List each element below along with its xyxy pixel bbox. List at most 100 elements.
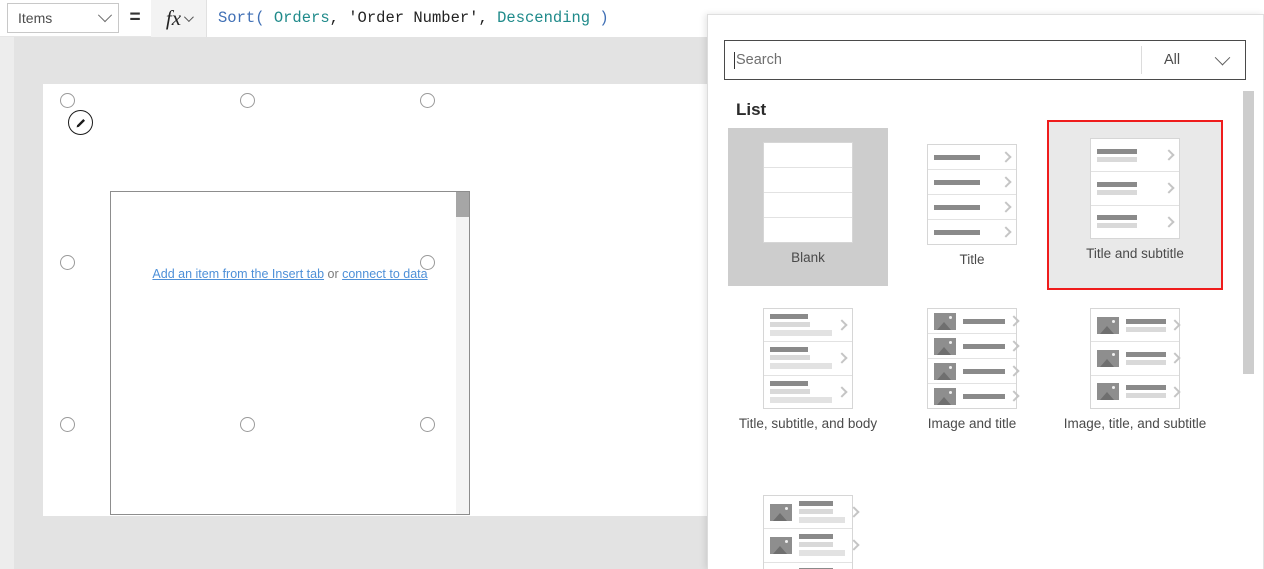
preview-title-bar xyxy=(963,318,1005,324)
preview-text-lines xyxy=(770,314,833,337)
search-input[interactable]: Search xyxy=(725,41,1141,79)
chevron-right-icon xyxy=(1163,182,1175,195)
gallery-scrollbar-track[interactable] xyxy=(456,192,469,514)
layout-preview-title xyxy=(927,144,1017,245)
preview-text-lines xyxy=(934,179,997,185)
chevron-right-icon xyxy=(836,386,848,398)
filter-dropdown[interactable]: All xyxy=(1142,41,1245,79)
preview-text-lines xyxy=(770,347,833,370)
handle-top-right[interactable] xyxy=(420,93,435,108)
preview-body-bar xyxy=(770,396,832,403)
layout-option-title-and-subtitle[interactable]: Title and subtitle xyxy=(1047,120,1223,290)
preview-row xyxy=(764,193,852,218)
preview-text-lines xyxy=(963,343,1005,349)
preview-text-lines xyxy=(1097,215,1160,229)
image-placeholder-icon xyxy=(770,503,792,521)
fx-button[interactable]: fx xyxy=(151,0,207,37)
preview-row xyxy=(764,375,852,408)
preview-row xyxy=(1091,205,1179,238)
equals-sign: = xyxy=(129,7,141,28)
preview-title-bar xyxy=(1126,318,1166,324)
selected-gallery-control[interactable]: Add an item from the Insert tab or conne… xyxy=(110,191,470,515)
handle-top-left[interactable] xyxy=(60,93,75,108)
preview-title-bar xyxy=(934,229,980,235)
image-placeholder-icon xyxy=(1097,349,1119,367)
preview-text-lines xyxy=(799,534,845,557)
layout-option-image-title-and-subtitle[interactable]: Image, title, and subtitle xyxy=(1055,300,1215,460)
chevron-right-icon xyxy=(1000,201,1012,213)
property-selector-dropdown[interactable]: Items xyxy=(7,3,119,33)
image-placeholder-icon xyxy=(1097,383,1119,401)
handle-bottom-left[interactable] xyxy=(60,417,75,432)
image-placeholder-icon xyxy=(934,362,956,380)
preview-text-lines xyxy=(934,154,997,160)
insert-tab-link[interactable]: Add an item from the Insert tab xyxy=(152,267,324,281)
layout-option-label: Title xyxy=(959,252,985,267)
handle-middle-left[interactable] xyxy=(60,255,75,270)
preview-subtitle-bar xyxy=(770,388,810,394)
chevron-right-icon xyxy=(836,319,848,331)
formula-token: Descending xyxy=(497,9,591,27)
preview-subtitle-bar xyxy=(1126,326,1166,332)
preview-text-lines xyxy=(799,501,845,524)
canvas-workspace: Add an item from the Insert tab or conne… xyxy=(0,37,707,569)
preview-text-lines xyxy=(770,380,833,403)
preview-text-lines xyxy=(1126,385,1166,399)
pencil-icon[interactable] xyxy=(68,110,93,135)
property-selector-value: Items xyxy=(18,10,53,26)
layout-option-label: Title, subtitle, and body xyxy=(738,416,878,431)
layout-option-blank[interactable]: Blank xyxy=(728,128,888,286)
panel-scrollbar-thumb[interactable] xyxy=(1243,91,1254,374)
fx-icon: fx xyxy=(165,5,182,30)
layout-option-image-and-title[interactable]: Image and title xyxy=(892,300,1052,460)
formula-token: Sort( xyxy=(218,9,265,27)
connect-to-data-link[interactable]: connect to data xyxy=(342,267,427,281)
image-placeholder-icon xyxy=(770,536,792,554)
preview-subtitle-bar xyxy=(770,355,810,361)
preview-title-bar xyxy=(799,534,833,540)
formula-token xyxy=(265,9,274,27)
preview-row xyxy=(764,496,860,530)
preview-row xyxy=(764,562,852,569)
preview-subtitle-bar xyxy=(770,322,810,328)
preview-row xyxy=(764,309,852,343)
preview-row xyxy=(764,143,852,168)
layout-preview-image-and-title xyxy=(927,308,1020,409)
layout-option-label: Image, title, and subtitle xyxy=(1063,416,1207,431)
preview-subtitle-bar xyxy=(799,542,833,548)
image-placeholder-icon xyxy=(1097,316,1119,334)
preview-title-bar xyxy=(963,343,1005,349)
chevron-right-icon xyxy=(1000,176,1012,188)
preview-row xyxy=(1091,172,1179,206)
gallery-scrollbar-thumb[interactable] xyxy=(456,192,469,217)
handle-top-center[interactable] xyxy=(240,93,255,108)
preview-body-bar xyxy=(799,517,845,524)
layout-option-image-title-subtitle-and-body[interactable] xyxy=(728,495,888,569)
layout-preview-title-and-subtitle xyxy=(1090,138,1180,239)
image-placeholder-icon xyxy=(934,337,956,355)
preview-title-bar xyxy=(963,393,1005,399)
preview-title-bar xyxy=(770,347,808,353)
handle-middle-right[interactable] xyxy=(420,255,435,270)
canvas-page[interactable]: Add an item from the Insert tab or conne… xyxy=(43,84,707,516)
handle-bottom-right[interactable] xyxy=(420,417,435,432)
preview-subtitle-bar xyxy=(1097,189,1137,195)
chevron-right-icon xyxy=(836,352,848,365)
preview-row xyxy=(928,359,1020,384)
image-placeholder-icon xyxy=(934,312,956,330)
formula-token: Orders xyxy=(273,9,330,27)
layout-preview-blank xyxy=(763,142,853,243)
layout-option-title[interactable]: Title xyxy=(892,128,1052,286)
preview-row xyxy=(928,220,1016,244)
preview-text-lines xyxy=(1126,351,1166,365)
preview-title-bar xyxy=(934,204,980,210)
preview-row xyxy=(764,218,852,242)
layout-option-title-subtitle-and-body[interactable]: Title, subtitle, and body xyxy=(728,300,888,460)
preview-row xyxy=(928,195,1016,220)
preview-subtitle-bar xyxy=(1097,223,1137,229)
chevron-right-icon xyxy=(1008,365,1020,377)
chevron-right-icon xyxy=(1169,319,1181,331)
layout-preview-title-subtitle-body xyxy=(763,308,853,409)
left-rail xyxy=(0,37,14,569)
handle-bottom-center[interactable] xyxy=(240,417,255,432)
